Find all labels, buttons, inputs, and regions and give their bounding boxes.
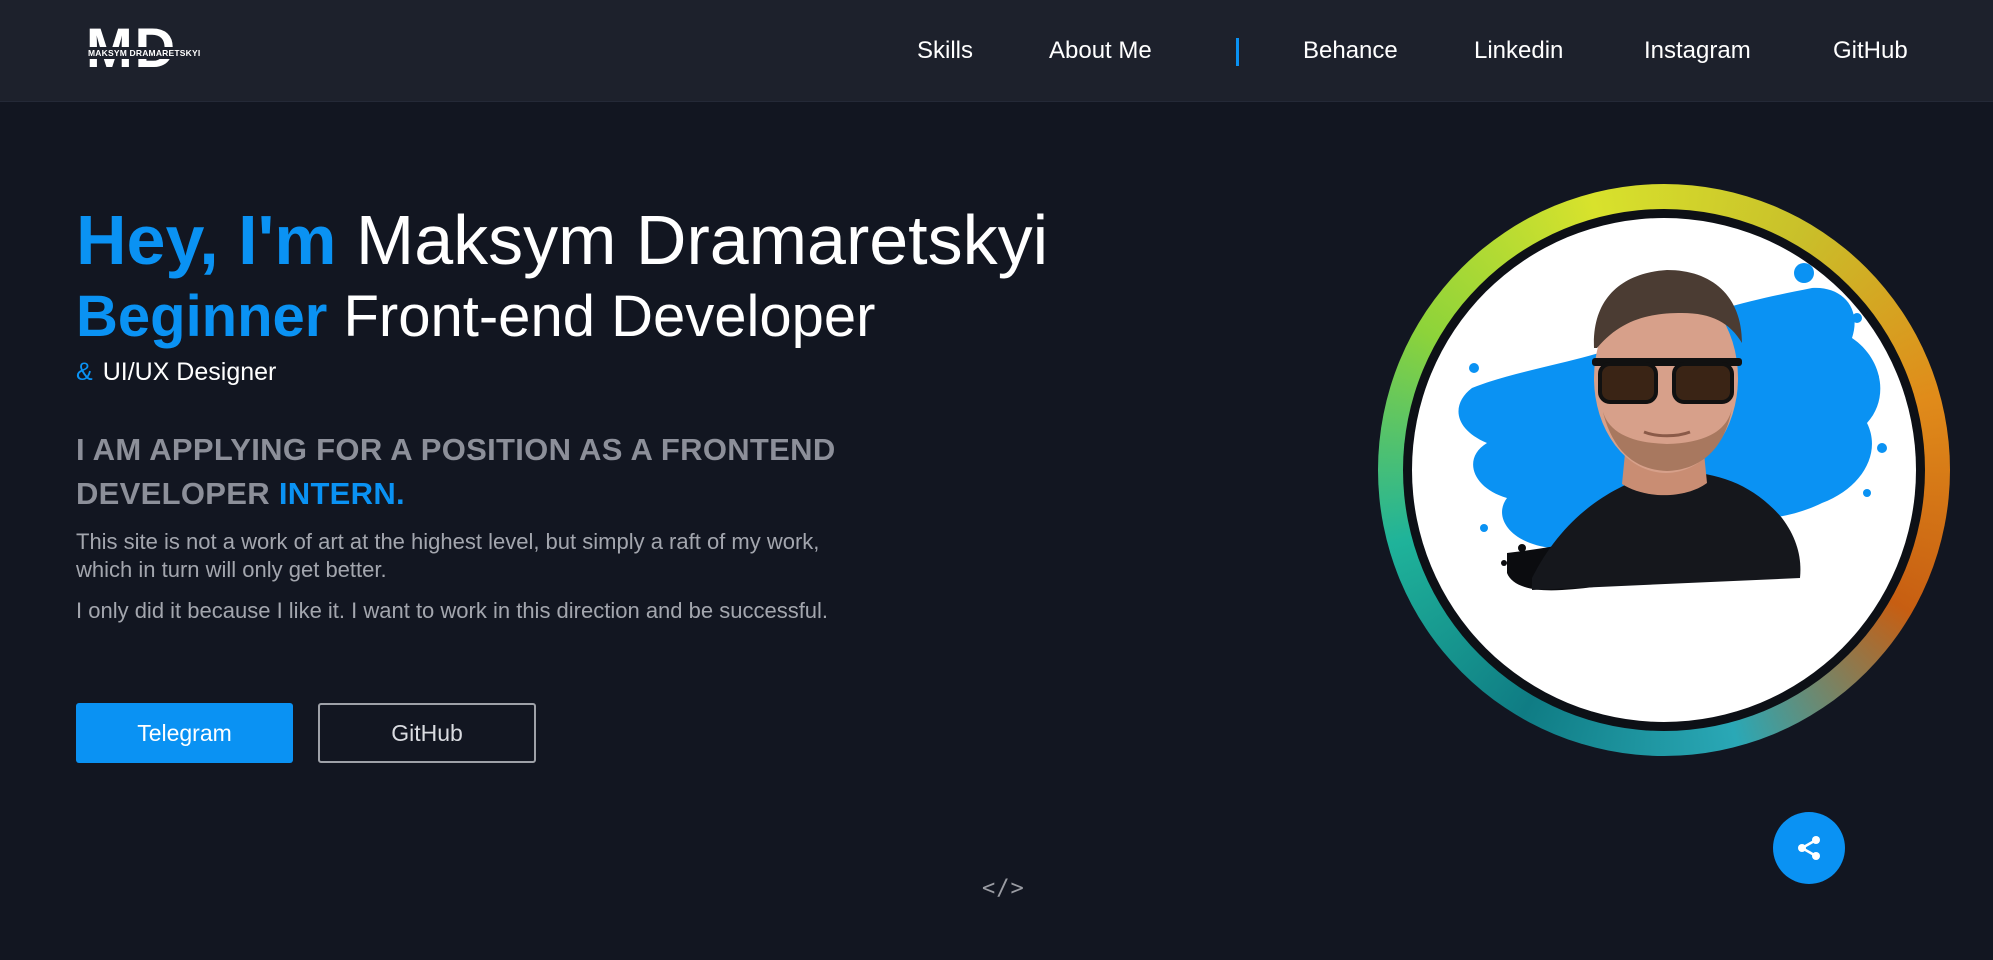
nav-divider — [1236, 38, 1239, 66]
hero-name: Maksym Dramaretskyi — [355, 201, 1049, 279]
logo-subtitle: MAKSYM DRAMARETSKYI — [86, 47, 203, 59]
intro-paragraph-1: This site is not a work of art at the hi… — [76, 529, 820, 582]
nav-link-behance[interactable]: Behance — [1303, 36, 1398, 66]
code-icon: </> — [982, 876, 1025, 901]
headline-text: I AM APPLYING FOR A POSITION AS A FRONTE… — [76, 432, 836, 511]
nav-link-github[interactable]: GitHub — [1833, 36, 1908, 66]
headline-accent: INTERN. — [278, 476, 405, 511]
share-button[interactable] — [1773, 812, 1845, 884]
role-accent: Beginner — [76, 284, 328, 349]
nav-link-instagram[interactable]: Instagram — [1644, 36, 1751, 66]
hero-secondary-role: & UI/UX Designer — [76, 357, 276, 387]
nav-link-linkedin[interactable]: Linkedin — [1474, 36, 1563, 66]
avatar — [1412, 218, 1916, 722]
application-headline: I AM APPLYING FOR A POSITION AS A FRONTE… — [76, 428, 976, 516]
secondary-role: UI/UX Designer — [102, 358, 277, 386]
nav-link-about-me[interactable]: About Me — [1049, 36, 1152, 66]
telegram-button[interactable]: Telegram — [76, 703, 293, 763]
hero-title: Hey, I'm Maksym Dramaretskyi — [76, 198, 1048, 282]
role-title: Front-end Developer — [343, 284, 876, 349]
logo[interactable]: MD MAKSYM DRAMARETSKYI — [86, 20, 203, 76]
greeting-accent: Hey, I'm — [76, 201, 337, 279]
hero-role: Beginner Front-end Developer — [76, 282, 875, 352]
avatar-photo — [1458, 263, 1887, 591]
ampersand: & — [76, 358, 93, 386]
nav-link-skills[interactable]: Skills — [917, 36, 973, 66]
intro-paragraph-2: I only did it because I like it. I want … — [76, 598, 829, 623]
share-icon — [1798, 836, 1820, 860]
github-button[interactable]: GitHub — [318, 703, 536, 763]
navbar: MD MAKSYM DRAMARETSKYI Skills About Me B… — [0, 0, 1993, 102]
